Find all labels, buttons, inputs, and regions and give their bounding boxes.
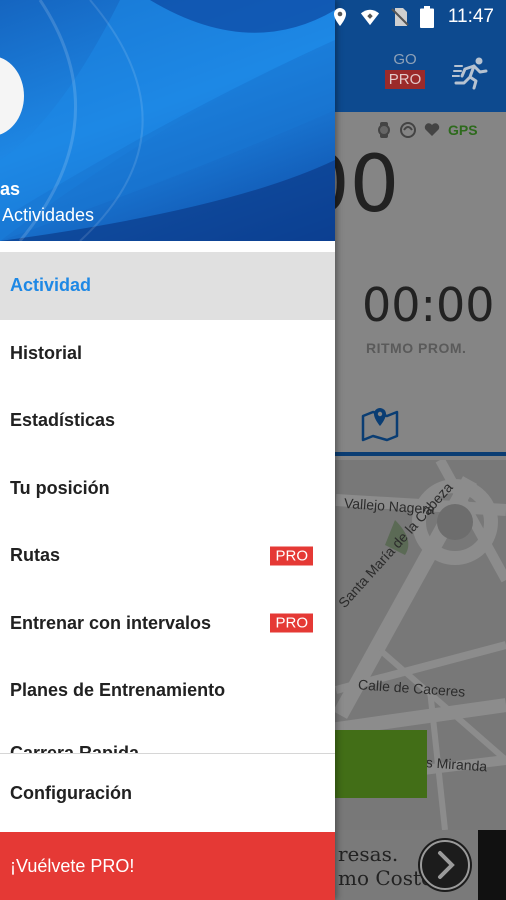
go-pro-label: ¡Vuélvete PRO! — [10, 855, 135, 876]
menu-item-label: Rutas — [10, 545, 61, 566]
menu-item-label: Tu posición — [10, 477, 110, 498]
status-bar: 11:47 — [0, 0, 506, 34]
menu-item-rutas[interactable]: Rutas PRO — [0, 522, 335, 590]
pro-badge: PRO — [270, 613, 313, 633]
menu-item-label: Estadísticas — [10, 410, 116, 431]
pro-label: PRO — [384, 70, 426, 89]
battery-icon — [419, 6, 434, 28]
menu-item-historial[interactable]: Historial — [0, 320, 335, 388]
menu-item-estadisticas[interactable]: Estadísticas — [0, 387, 335, 455]
status-time: 11:47 — [447, 6, 494, 27]
map-tab-icon[interactable] — [360, 404, 400, 444]
drawer-header[interactable]: as Actividades — [0, 0, 335, 241]
gps-label: GPS — [448, 122, 478, 138]
avg-pace-value: 00:00 — [362, 278, 495, 332]
pro-badge: PRO — [270, 546, 313, 566]
ad-line-1: resas. — [338, 842, 399, 866]
chevron-right-icon — [420, 840, 470, 890]
drawer-menu: Actividad Historial Estadísticas Tu posi… — [0, 252, 335, 725]
menu-item-label: Entrenar con intervalos — [10, 612, 212, 633]
no-sim-icon — [391, 8, 409, 26]
menu-item-partially-hidden[interactable]: Carrera Rapida — [0, 740, 335, 754]
map-tab-indicator — [334, 452, 506, 456]
go-label: GO — [393, 51, 417, 68]
wifi-icon — [360, 9, 379, 26]
watch-icon — [378, 122, 390, 138]
heart-icon — [424, 123, 440, 136]
ad-edge — [478, 830, 506, 900]
sensor-status-row: GPS — [376, 122, 478, 138]
menu-item-label: Configuración — [10, 782, 132, 803]
menu-item-configuracion[interactable]: Configuración — [0, 754, 335, 832]
menu-item-label: Actividad — [10, 275, 92, 296]
navigation-drawer[interactable]: as Actividades Actividad Historial Estad… — [0, 0, 335, 900]
start-button-area[interactable] — [334, 730, 427, 798]
menu-item-label: Historial — [10, 342, 83, 363]
user-activities: Actividades — [2, 205, 95, 225]
menu-item-label: Planes de Entrenamiento — [10, 680, 226, 701]
menu-item-planes[interactable]: Planes de Entrenamiento — [0, 657, 335, 725]
menu-item-tu-posicion[interactable]: Tu posición — [0, 455, 335, 523]
avg-pace-label: RITMO PROM. — [366, 340, 467, 356]
ad-arrow-button[interactable] — [418, 838, 472, 892]
go-pro-banner-button[interactable]: ¡Vuélvete PRO! — [0, 832, 335, 900]
user-name: as — [0, 179, 21, 199]
menu-item-actividad[interactable]: Actividad — [0, 252, 335, 320]
runner-icon[interactable] — [452, 56, 488, 90]
sensor-icon — [400, 122, 416, 138]
menu-item-intervalos[interactable]: Entrenar con intervalos PRO — [0, 590, 335, 658]
go-pro-button[interactable]: GO PRO — [384, 52, 426, 89]
location-icon — [333, 8, 346, 26]
